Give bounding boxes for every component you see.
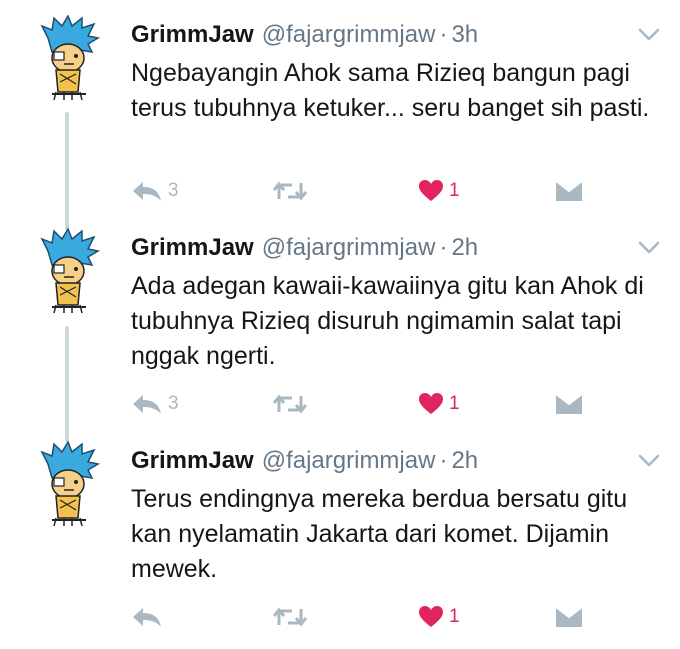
retweet-button[interactable] — [272, 391, 313, 417]
retweet-icon — [272, 179, 308, 203]
display-name[interactable]: GrimmJaw — [131, 447, 254, 474]
heart-icon — [418, 605, 444, 629]
tweet-header: GrimmJaw @fajargrimmjaw · 3h — [131, 20, 478, 50]
tweet-text: Ngebayangin Ahok sama Rizieq bangun pagi… — [131, 59, 650, 122]
retweet-button[interactable] — [272, 178, 313, 204]
username[interactable]: @fajargrimmjaw — [262, 447, 436, 474]
reply-icon — [131, 605, 163, 629]
username[interactable]: @fajargrimmjaw — [262, 234, 436, 261]
avatar[interactable] — [34, 227, 104, 317]
separator: · — [439, 234, 448, 261]
retweet-icon — [272, 392, 308, 416]
retweet-icon — [272, 605, 308, 629]
reply-button[interactable]: 3 — [131, 391, 179, 417]
tweet-actions: 3 1 — [0, 178, 680, 208]
tweet-actions: 3 1 — [0, 391, 680, 421]
retweet-button[interactable] — [272, 604, 313, 630]
direct-message-icon — [555, 605, 583, 629]
tweet-text: Ada adegan kawaii-kawaiinya gitu kan Aho… — [131, 272, 644, 370]
separator: · — [439, 447, 448, 474]
like-button[interactable]: 1 — [418, 178, 460, 204]
reply-count: 3 — [168, 180, 179, 201]
reply-button[interactable]: 3 — [131, 178, 179, 204]
avatar[interactable] — [34, 14, 104, 104]
chevron-down-icon[interactable] — [638, 28, 660, 42]
tweet[interactable]: GrimmJaw @fajargrimmjaw · 2h Ada adegan kaw… — [0, 213, 680, 425]
like-count: 1 — [449, 180, 460, 201]
reply-icon — [131, 179, 163, 203]
tweet-actions: 1 — [0, 604, 680, 634]
direct-message-button[interactable] — [555, 178, 583, 204]
separator: · — [439, 21, 448, 48]
direct-message-button[interactable] — [555, 391, 583, 417]
username[interactable]: @fajargrimmjaw — [262, 21, 436, 48]
like-count: 1 — [449, 393, 460, 414]
chevron-down-icon[interactable] — [638, 454, 660, 468]
chevron-down-icon[interactable] — [638, 241, 660, 255]
like-button[interactable]: 1 — [418, 391, 460, 417]
tweet[interactable]: GrimmJaw @fajargrimmjaw · 2h Terus endingny… — [0, 426, 680, 638]
tweet-header: GrimmJaw @fajargrimmjaw · 2h — [131, 446, 478, 476]
like-count: 1 — [449, 606, 460, 627]
timestamp[interactable]: 2h — [451, 447, 478, 474]
tweet[interactable]: GrimmJaw @fajargrimmjaw · 3h Ngebayangin Ah… — [0, 0, 680, 212]
direct-message-button[interactable] — [555, 604, 583, 630]
direct-message-icon — [555, 179, 583, 203]
reply-count: 3 — [168, 393, 179, 414]
timestamp[interactable]: 3h — [451, 21, 478, 48]
display-name[interactable]: GrimmJaw — [131, 21, 254, 48]
heart-icon — [418, 392, 444, 416]
reply-button[interactable] — [131, 604, 168, 630]
direct-message-icon — [555, 392, 583, 416]
avatar[interactable] — [34, 440, 104, 530]
like-button[interactable]: 1 — [418, 604, 460, 630]
tweet-header: GrimmJaw @fajargrimmjaw · 2h — [131, 233, 478, 263]
reply-icon — [131, 392, 163, 416]
timestamp[interactable]: 2h — [451, 234, 478, 261]
display-name[interactable]: GrimmJaw — [131, 234, 254, 261]
tweet-text: Terus endingnya mereka berdua bersatu gi… — [131, 485, 628, 583]
heart-icon — [418, 179, 444, 203]
